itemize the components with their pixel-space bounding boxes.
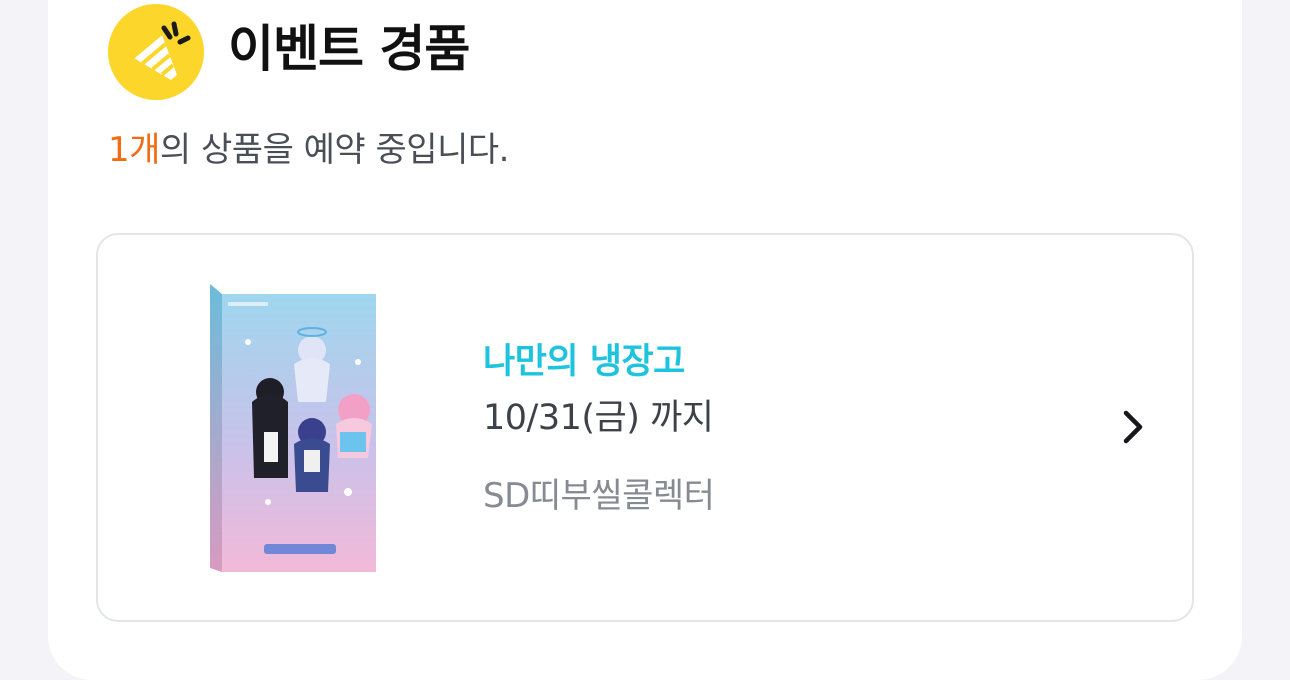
party-popper-icon	[108, 4, 204, 100]
item-name: 나만의 냉장고	[483, 342, 685, 382]
reservation-summary-text: 의 상품을 예약 중입니다.	[159, 130, 510, 170]
item-shop-name: SD띠부씰콜렉터	[483, 476, 715, 516]
reservation-summary: 1개의 상품을 예약 중입니다.	[108, 126, 509, 174]
product-box-image	[208, 282, 378, 574]
chevron-right-icon[interactable]	[1116, 406, 1150, 448]
item-deadline: 10/31(금) 까지	[483, 398, 714, 438]
reservation-count: 1개	[108, 130, 160, 170]
page-title: 이벤트 경품	[228, 20, 470, 78]
